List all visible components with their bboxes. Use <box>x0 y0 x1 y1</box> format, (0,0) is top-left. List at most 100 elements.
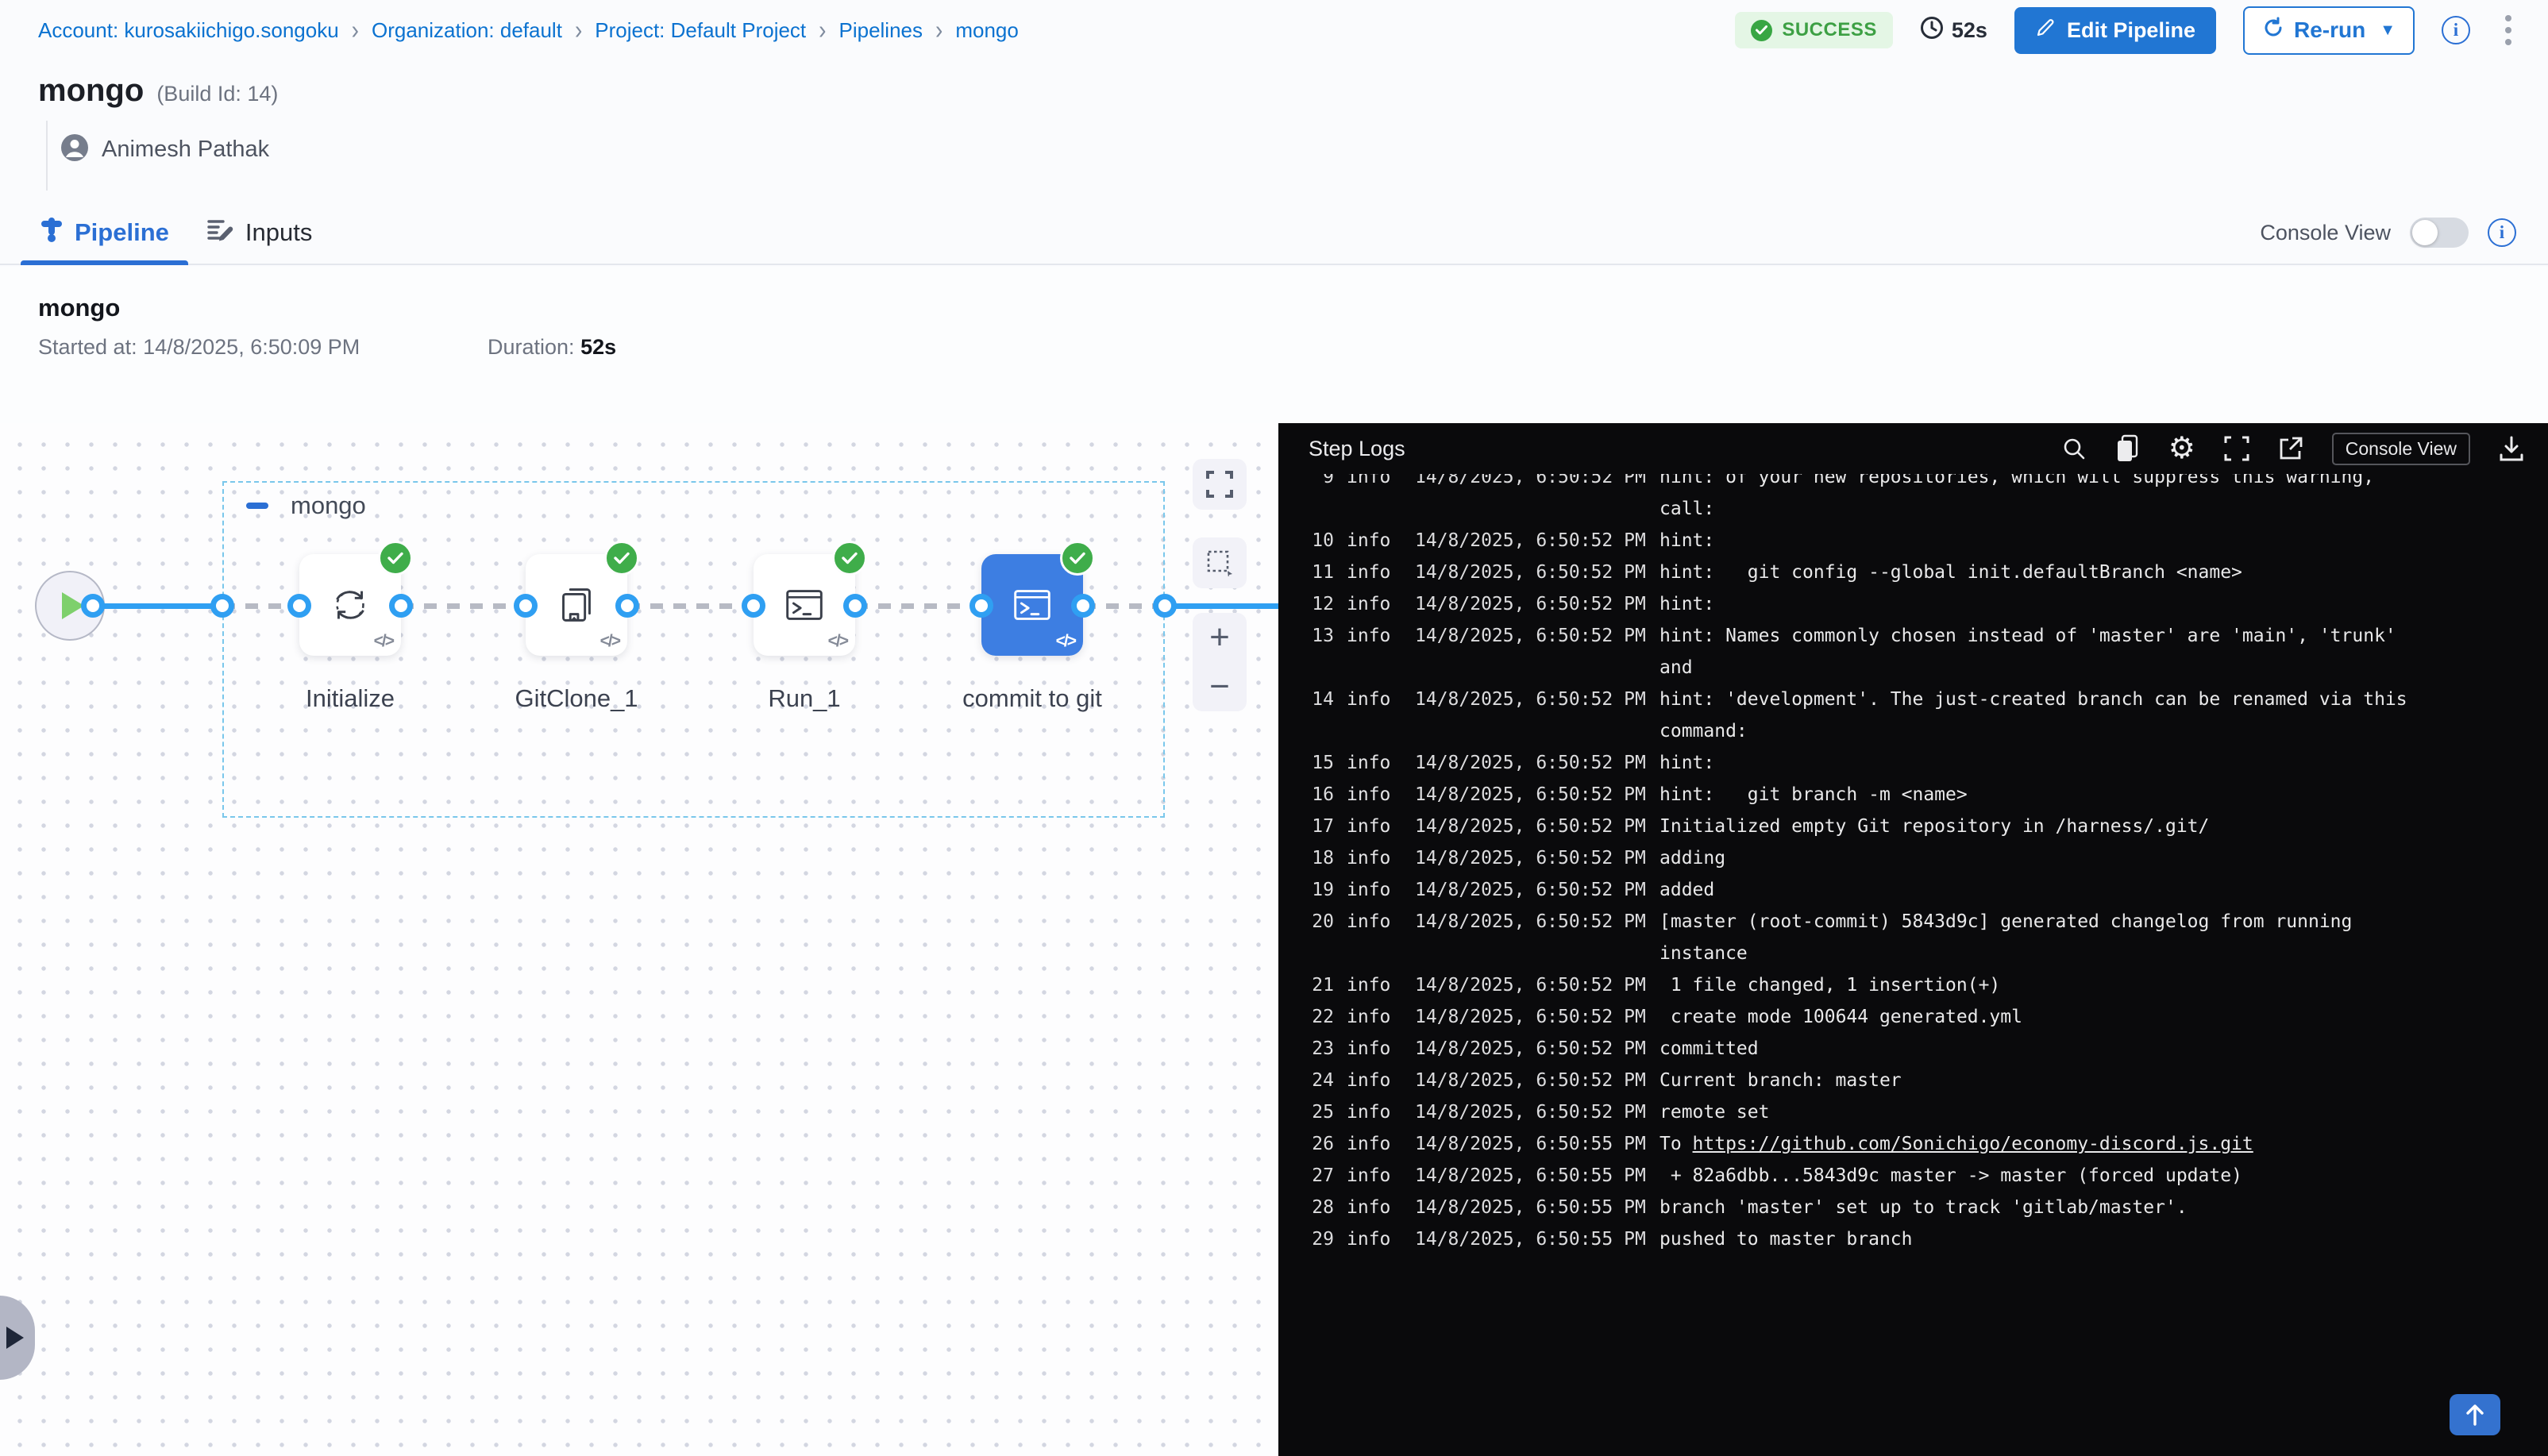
rerun-icon <box>2262 17 2284 44</box>
console-view-toggle[interactable] <box>2410 218 2469 248</box>
zoom-in-button[interactable]: + <box>1209 620 1230 655</box>
zoom-out-button[interactable]: − <box>1209 669 1230 704</box>
log-line-number: 10 <box>1310 525 1334 557</box>
log-message: hint: git branch -m <name> <box>1659 779 2548 811</box>
connector-port <box>615 594 639 618</box>
log-timestamp <box>1415 938 1647 969</box>
console-view-info-icon[interactable]: i <box>2488 218 2516 247</box>
pipeline-step-node[interactable]: </> Run_1 <box>754 554 855 713</box>
log-message: added <box>1659 874 2548 906</box>
chevron-down-icon[interactable]: ▼ <box>2380 21 2396 40</box>
tab-pipeline[interactable]: Pipeline <box>21 202 188 264</box>
breadcrumb-link[interactable]: mongo <box>955 18 1019 43</box>
code-icon: </> <box>600 632 619 651</box>
log-timestamp: 14/8/2025, 6:50:52 PM <box>1415 1033 1647 1065</box>
log-line: 23 info 14/8/2025, 6:50:52 PM committed <box>1310 1033 2548 1065</box>
clock-icon <box>1920 16 1944 45</box>
left-panel-expand-handle[interactable] <box>0 1296 35 1380</box>
more-options-menu[interactable] <box>2497 12 2519 48</box>
breadcrumb-link[interactable]: Pipelines <box>838 18 923 43</box>
tab-inputs[interactable]: Inputs <box>188 202 331 264</box>
step-icon <box>1008 580 1057 630</box>
log-line-number <box>1310 715 1334 747</box>
log-level: info <box>1347 684 1402 715</box>
log-timestamp: 14/8/2025, 6:50:52 PM <box>1415 779 1647 811</box>
log-line-number: 28 <box>1310 1192 1334 1223</box>
copy-icon[interactable] <box>2114 434 2140 463</box>
canvas-fit-view-button[interactable] <box>1193 459 1247 510</box>
settings-gear-icon[interactable]: ⚙ <box>2168 433 2195 464</box>
edit-pipeline-button[interactable]: Edit Pipeline <box>2014 7 2216 54</box>
log-line-number: 9 <box>1310 474 1334 493</box>
pipeline-step-node[interactable]: </> commit to git <box>981 554 1083 713</box>
info-icon[interactable]: i <box>2442 16 2470 44</box>
log-timestamp: 14/8/2025, 6:50:52 PM <box>1415 1065 1647 1096</box>
step-success-badge <box>832 541 867 576</box>
rerun-button[interactable]: Re-run ▼ <box>2243 6 2415 55</box>
log-line: 16 info 14/8/2025, 6:50:52 PM hint: git … <box>1310 779 2548 811</box>
console-view-label: Console View <box>2260 221 2391 245</box>
rerun-label: Re-run <box>2294 17 2365 43</box>
log-level: info <box>1347 1001 1402 1033</box>
pipeline-step-node[interactable]: </> Initialize <box>299 554 401 713</box>
log-timestamp <box>1415 715 1647 747</box>
log-line-number: 24 <box>1310 1065 1334 1096</box>
log-line-number: 27 <box>1310 1160 1334 1192</box>
connector-port <box>389 594 413 618</box>
scroll-to-top-button[interactable] <box>2450 1394 2500 1435</box>
log-line: 17 info 14/8/2025, 6:50:52 PM Initialize… <box>1310 811 2548 842</box>
fullscreen-icon[interactable] <box>2224 436 2249 461</box>
connector-port <box>1153 594 1177 618</box>
connector-port <box>742 594 765 618</box>
connector-line <box>1165 603 1278 609</box>
pipeline-icon <box>40 216 64 249</box>
breadcrumb-separator-icon: › <box>819 15 826 45</box>
console-view-button[interactable]: Console View <box>2332 433 2470 465</box>
stage-collapse-control[interactable]: mongo <box>246 491 366 520</box>
log-message: remote set <box>1659 1096 2548 1128</box>
search-icon[interactable] <box>2062 437 2086 460</box>
log-line-number: 25 <box>1310 1096 1334 1128</box>
log-level: info <box>1347 557 1402 588</box>
connector-line <box>93 603 222 609</box>
breadcrumb-link[interactable]: Account: kurosakiichigo.songoku <box>38 18 339 43</box>
log-line: 11 info 14/8/2025, 6:50:52 PM hint: git … <box>1310 557 2548 588</box>
log-timestamp: 14/8/2025, 6:50:52 PM <box>1415 1001 1647 1033</box>
log-level: info <box>1347 1033 1402 1065</box>
pipeline-step-node[interactable]: </> GitClone_1 <box>526 554 627 713</box>
user-avatar-icon <box>60 133 89 166</box>
breadcrumb-link[interactable]: Project: Default Project <box>595 18 806 43</box>
breadcrumb: Account: kurosakiichigo.songoku › Organiza… <box>38 17 1019 43</box>
log-repo-link[interactable]: https://github.com/Sonichigo/economy-dis… <box>1693 1134 2253 1154</box>
stage-canvas-label: mongo <box>291 491 366 520</box>
log-output[interactable]: 9 info 14/8/2025, 6:50:52 PM hint: of yo… <box>1278 474 2548 1456</box>
log-level: info <box>1347 1223 1402 1255</box>
log-message: adding <box>1659 842 2548 874</box>
execution-summary: mongo Started at: 14/8/2025, 6:50:09 PM … <box>0 267 2548 423</box>
step-logs-title: Step Logs <box>1309 437 1405 461</box>
log-line-number: 26 <box>1310 1128 1334 1160</box>
log-level <box>1347 715 1402 747</box>
collapse-minus-icon[interactable] <box>246 503 268 509</box>
log-message: hint: <box>1659 525 2548 557</box>
log-timestamp: 14/8/2025, 6:50:52 PM <box>1415 525 1647 557</box>
build-id: (Build Id: 14) <box>156 82 278 106</box>
log-message: branch 'master' set up to track 'gitlab/… <box>1659 1192 2548 1223</box>
log-line-number: 13 <box>1310 620 1334 652</box>
log-line: 14 info 14/8/2025, 6:50:52 PM hint: 'dev… <box>1310 684 2548 715</box>
log-line-number <box>1310 652 1334 684</box>
log-message: Initialized empty Git repository in /har… <box>1659 811 2548 842</box>
breadcrumb-link[interactable]: Organization: default <box>372 18 562 43</box>
pipeline-canvas[interactable]: mongo </> Initialize </> GitClone_1 <box>0 423 1278 1456</box>
canvas-select-mode-button[interactable] <box>1193 537 1247 588</box>
step-logs-panel: Step Logs ⚙ Console View 9 info 14/8/202 <box>1278 423 2548 1456</box>
log-timestamp: 14/8/2025, 6:50:52 PM <box>1415 874 1647 906</box>
log-message: Current branch: master <box>1659 1065 2548 1096</box>
log-level: info <box>1347 874 1402 906</box>
page-title: mongo <box>38 73 144 109</box>
download-logs-icon[interactable] <box>2499 436 2524 461</box>
log-line: call: <box>1310 493 2548 525</box>
open-in-new-icon[interactable] <box>2278 436 2303 461</box>
log-level <box>1347 652 1402 684</box>
log-message: hint: of your new repositories, which wi… <box>1659 474 2548 493</box>
